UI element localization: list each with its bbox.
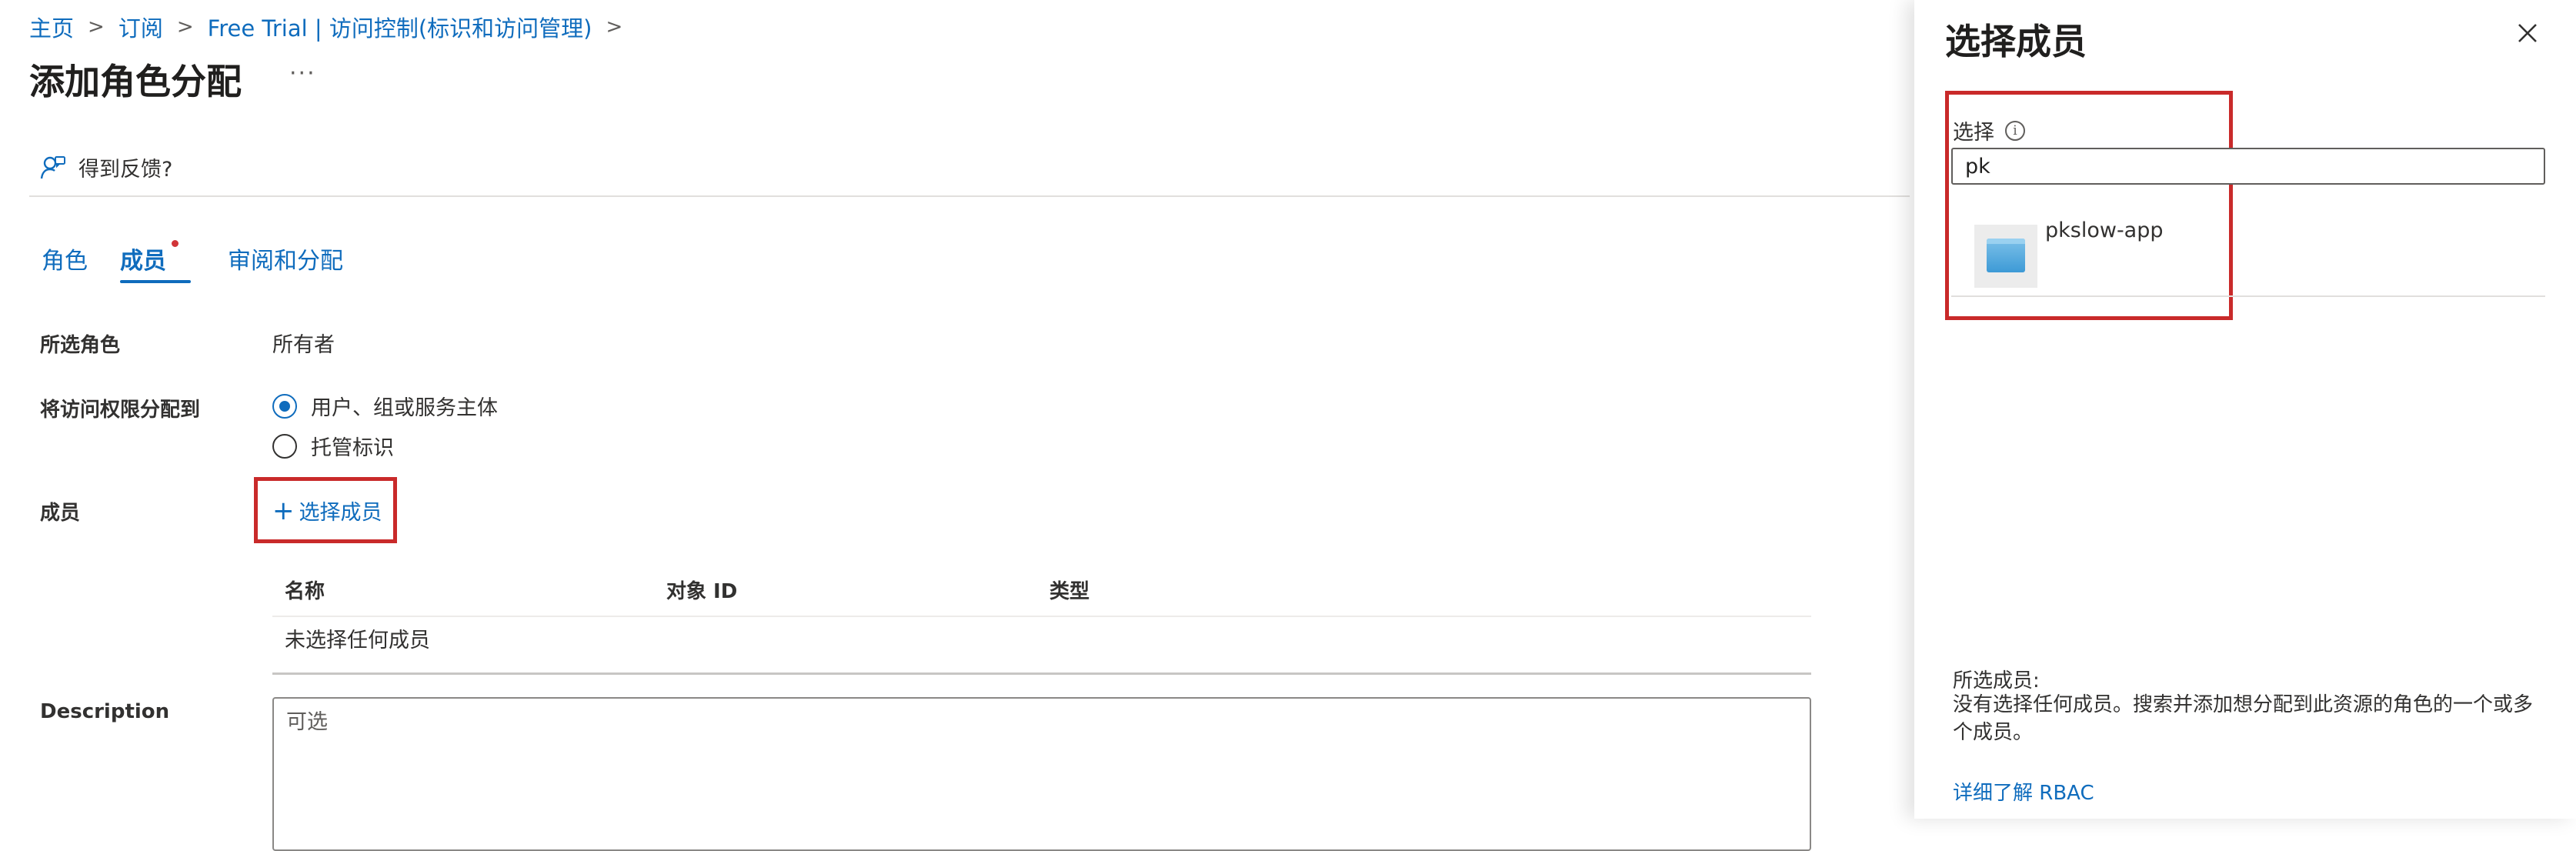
- tab-role[interactable]: 角色: [42, 242, 88, 275]
- radio-option-managed-identity[interactable]: 托管标识: [272, 431, 394, 461]
- divider: [29, 195, 1910, 197]
- feedback-label: 得到反馈?: [78, 158, 173, 182]
- assign-access-label: 将访问权限分配到: [40, 399, 201, 422]
- breadcrumb: 主页 > 订阅 > Free Trial | 访问控制(标识和访问管理) >: [29, 11, 636, 43]
- radio-checked-icon[interactable]: [272, 393, 297, 419]
- radio-unchecked-icon[interactable]: [272, 433, 297, 459]
- more-options-icon[interactable]: ···: [289, 60, 316, 87]
- radio-label: 用户、组或服务主体: [311, 396, 498, 420]
- column-header-type: 类型: [1049, 580, 1090, 603]
- required-indicator-dot: [172, 240, 179, 247]
- app-registration-icon: [1974, 225, 2037, 288]
- selected-role-label: 所选角色: [40, 334, 121, 357]
- select-label: 选择: [1953, 121, 1994, 145]
- feedback-button[interactable]: 得到反馈?: [40, 152, 172, 182]
- search-result-name[interactable]: pkslow-app: [2045, 219, 2164, 242]
- radio-option-user-group-sp[interactable]: 用户、组或服务主体: [272, 391, 498, 421]
- table-header-divider: [272, 616, 1811, 617]
- panel-title: 选择成员: [1945, 21, 2087, 62]
- member-search-input[interactable]: [1951, 148, 2545, 185]
- select-label-row: 选择 i: [1953, 115, 2025, 145]
- selected-members-label: 所选成员:: [1953, 669, 2040, 692]
- radio-label: 托管标识: [311, 436, 394, 460]
- description-textarea[interactable]: [272, 697, 1811, 851]
- plus-icon: +: [272, 495, 295, 526]
- description-label: Description: [40, 700, 170, 723]
- members-label: 成员: [40, 502, 81, 525]
- chevron-right-icon: >: [88, 15, 105, 38]
- select-members-link[interactable]: + 选择成员: [272, 496, 382, 526]
- column-header-object-id: 对象 ID: [666, 580, 738, 603]
- page-title: 添加角色分配: [29, 61, 242, 102]
- selected-members-empty-text: 没有选择任何成员。搜索并添加想分配到此资源的角色的一个或多个成员。: [1953, 693, 2534, 744]
- chevron-right-icon: >: [176, 15, 194, 38]
- column-header-name: 名称: [285, 580, 325, 603]
- breadcrumb-access-control[interactable]: Free Trial | 访问控制(标识和访问管理): [208, 11, 592, 43]
- feedback-person-icon: [40, 155, 65, 179]
- divider: [1951, 295, 2545, 297]
- table-empty-text: 未选择任何成员: [285, 629, 430, 652]
- table-bottom-divider: [272, 672, 1811, 675]
- tab-members[interactable]: 成员: [120, 242, 166, 275]
- tab-review-assign[interactable]: 审阅和分配: [228, 242, 343, 275]
- description-placeholder: 可选: [286, 710, 328, 734]
- breadcrumb-subscriptions[interactable]: 订阅: [118, 11, 163, 43]
- selected-role-value: 所有者: [272, 333, 335, 357]
- info-icon[interactable]: i: [2005, 120, 2025, 141]
- chevron-right-icon: >: [606, 15, 623, 38]
- breadcrumb-home[interactable]: 主页: [29, 11, 74, 43]
- select-members-label: 选择成员: [299, 501, 382, 525]
- active-tab-underline: [120, 280, 191, 283]
- close-icon[interactable]: [2516, 22, 2539, 45]
- learn-more-rbac-link[interactable]: 详细了解 RBAC: [1953, 777, 2094, 806]
